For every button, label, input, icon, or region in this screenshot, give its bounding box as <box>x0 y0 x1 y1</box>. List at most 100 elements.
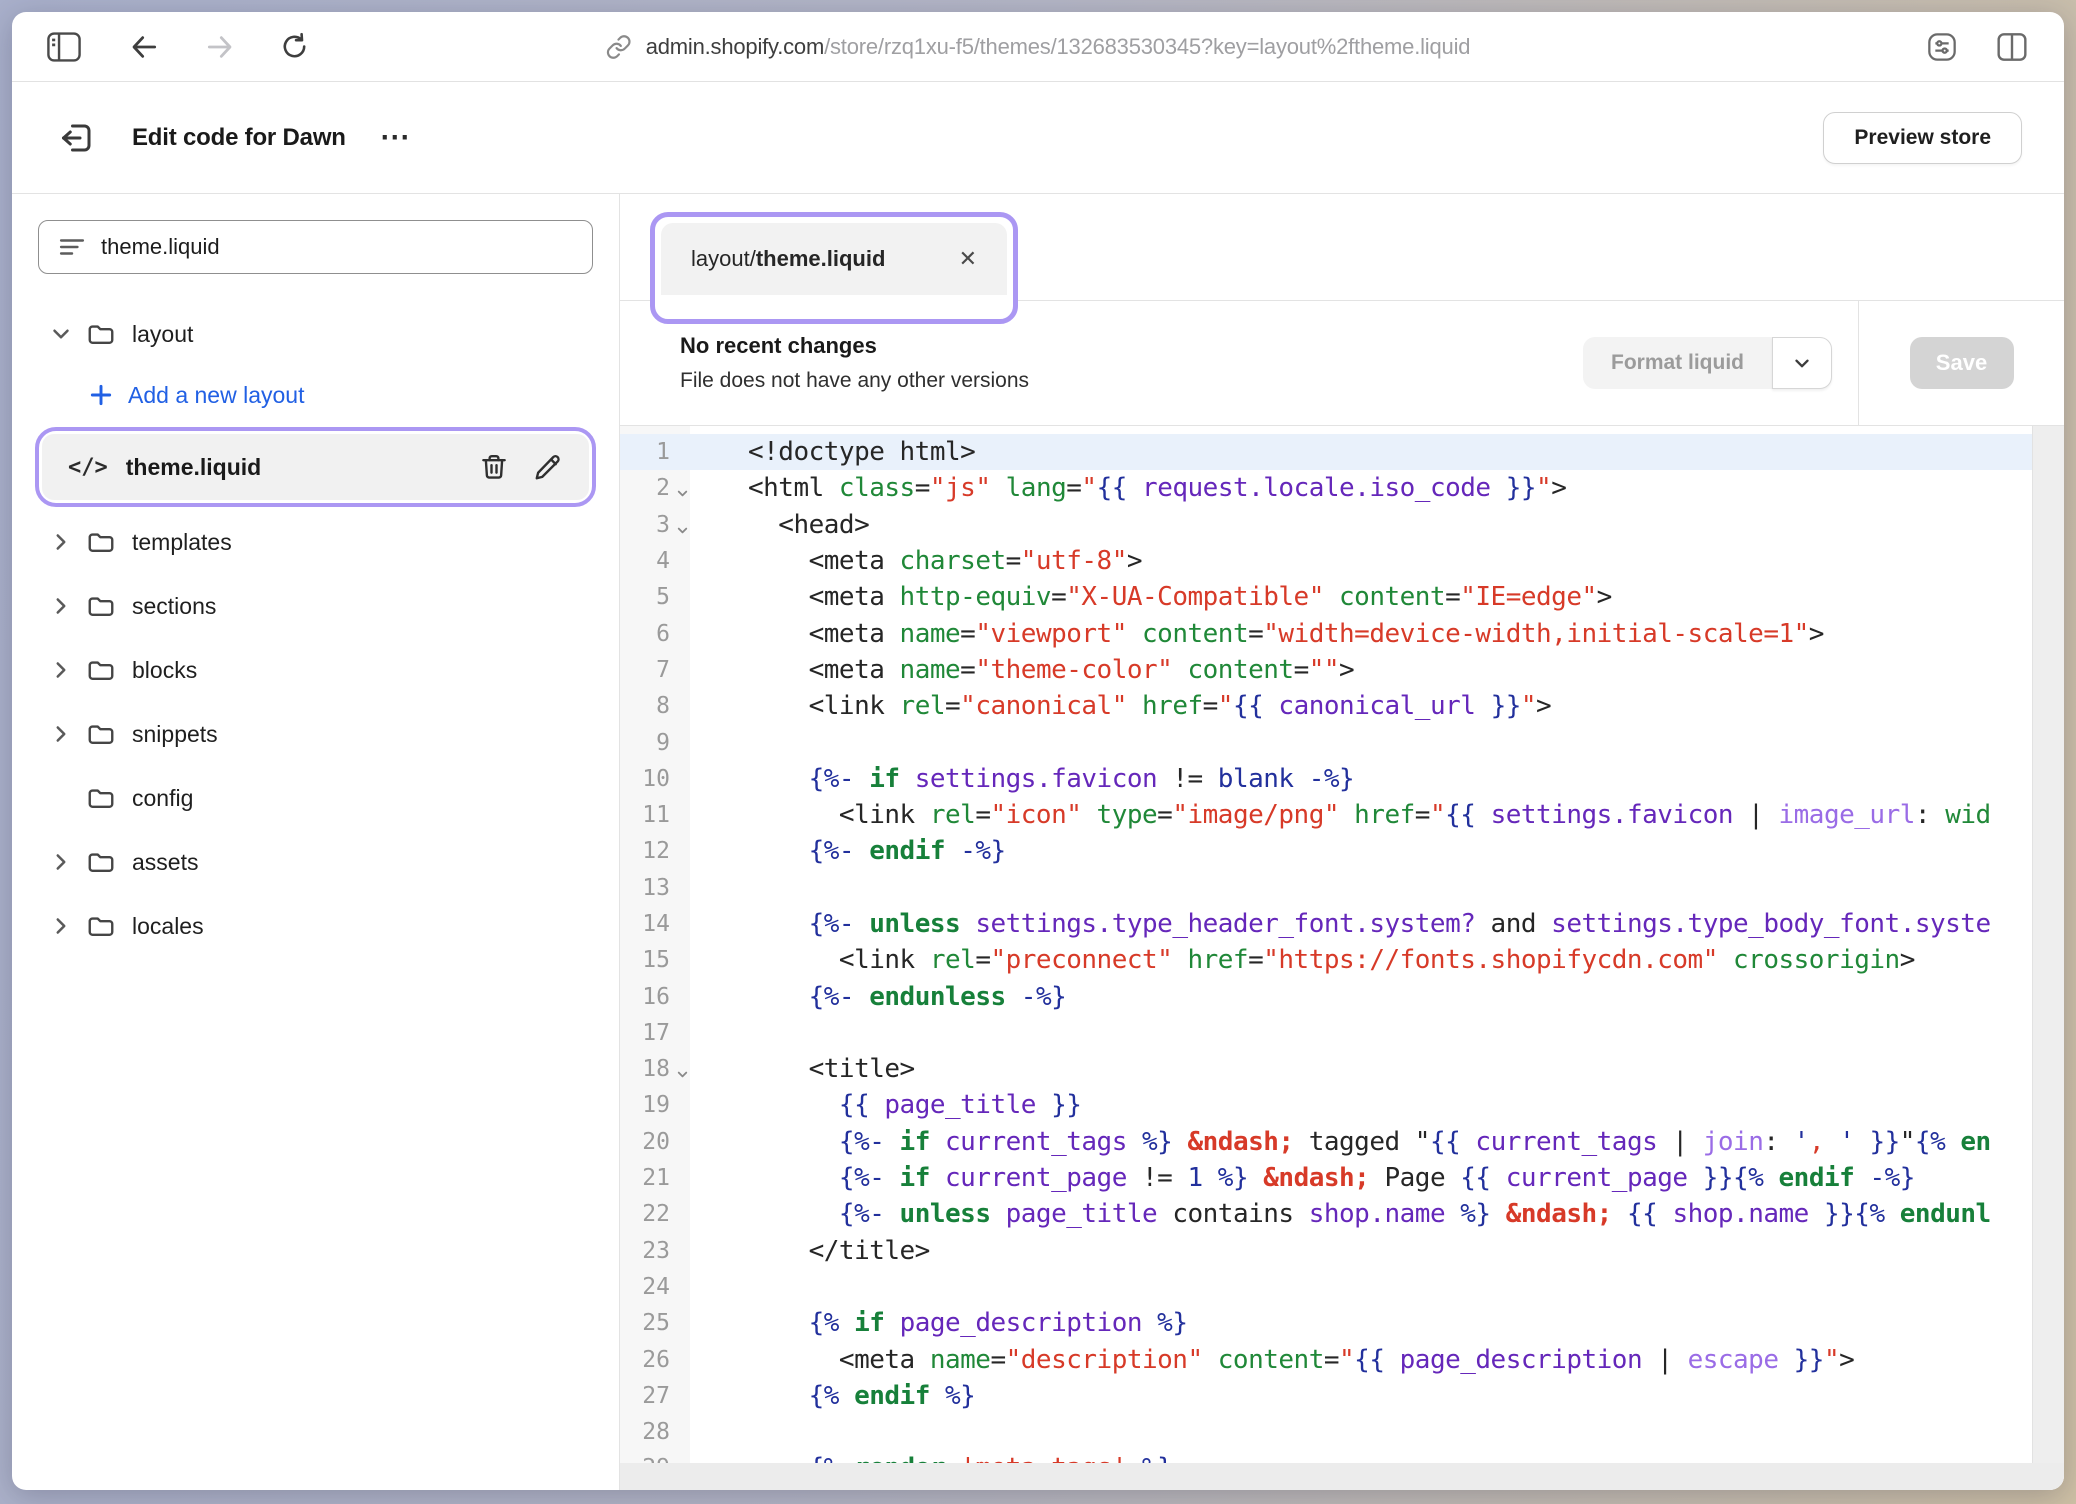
line-number: 17 <box>620 1020 690 1046</box>
code-line-29[interactable]: 29 {% render 'meta-tags' %} <box>620 1450 2064 1463</box>
exit-editor-icon[interactable] <box>54 115 100 161</box>
reload-icon[interactable] <box>272 25 316 69</box>
tab-layout-theme-liquid[interactable]: layout/theme.liquid ✕ <box>661 223 1007 295</box>
code-text: {% render 'meta-tags' %} <box>690 1453 1172 1463</box>
page-title: Edit code for Dawn <box>132 124 346 152</box>
code-line-6[interactable]: 6 <meta name="viewport" content="width=d… <box>620 615 2064 651</box>
code-line-19[interactable]: 19 {{ page_title }} <box>620 1087 2064 1123</box>
code-line-21[interactable]: 21 {%- if current_page != 1 %} &ndash; P… <box>620 1160 2064 1196</box>
code-line-13[interactable]: 13 <box>620 870 2064 906</box>
fold-chevron-icon[interactable] <box>675 523 690 538</box>
chevron-down-icon[interactable] <box>46 321 76 347</box>
code-text: {%- endif -%} <box>690 836 1006 866</box>
overflow-menu-icon[interactable]: ⋯ <box>380 128 412 148</box>
code-line-12[interactable]: 12 {%- endif -%} <box>620 833 2064 869</box>
sidebar-folder-assets[interactable]: assets <box>38 830 593 894</box>
fold-chevron-icon[interactable] <box>675 486 690 501</box>
code-file-icon: </> <box>68 455 108 480</box>
code-text: <meta name="description" content="{{ pag… <box>690 1345 1854 1375</box>
sidebar-folder-locales[interactable]: locales <box>38 894 593 958</box>
format-options-dropdown[interactable] <box>1772 337 1832 389</box>
line-number: 3 <box>620 512 690 538</box>
code-line-8[interactable]: 8 <link rel="canonical" href="{{ canonic… <box>620 688 2064 724</box>
preview-store-button[interactable]: Preview store <box>1823 112 2022 164</box>
line-number: 18 <box>620 1056 690 1082</box>
code-line-23[interactable]: 23 </title> <box>620 1233 2064 1269</box>
line-number: 5 <box>620 584 690 610</box>
code-line-7[interactable]: 7 <meta name="theme-color" content=""> <box>620 652 2064 688</box>
fold-chevron-icon[interactable] <box>675 1067 690 1082</box>
code-line-11[interactable]: 11 <link rel="icon" type="image/png" hre… <box>620 797 2064 833</box>
folder-label: sections <box>132 593 216 620</box>
code-line-22[interactable]: 22 {%- unless page_title contains shop.n… <box>620 1196 2064 1232</box>
app-header: Edit code for Dawn ⋯ Preview store <box>12 82 2064 194</box>
code-line-10[interactable]: 10 {%- if settings.favicon != blank -%} <box>620 761 2064 797</box>
sidebar-folder-blocks[interactable]: blocks <box>38 638 593 702</box>
code-line-2[interactable]: 2<html class="js" lang="{{ request.local… <box>620 470 2064 506</box>
save-button[interactable]: Save <box>1910 337 2014 389</box>
code-line-4[interactable]: 4 <meta charset="utf-8"> <box>620 543 2064 579</box>
code-line-25[interactable]: 25 {% if page_description %} <box>620 1305 2064 1341</box>
code-line-15[interactable]: 15 <link rel="preconnect" href="https://… <box>620 942 2064 978</box>
browser-settings-icon[interactable] <box>1920 25 1964 69</box>
code-text: {%- if current_tags %} &ndash; tagged "{… <box>690 1127 1991 1157</box>
chevron-right-icon[interactable] <box>46 593 76 619</box>
sidebar-folder-sections[interactable]: sections <box>38 574 593 638</box>
chevron-right-icon[interactable] <box>46 529 76 555</box>
format-liquid-split-button: Format liquid <box>1583 337 1832 389</box>
add-new-layout-button[interactable]: Add a new layout <box>38 366 593 424</box>
active-tab-highlight-ring: layout/theme.liquid ✕ <box>650 212 1018 324</box>
line-number: 10 <box>620 766 690 792</box>
split-view-icon[interactable] <box>1990 25 2034 69</box>
sidebar-folder-snippets[interactable]: snippets <box>38 702 593 766</box>
line-number: 16 <box>620 984 690 1010</box>
line-number: 13 <box>620 875 690 901</box>
folder-icon <box>86 719 116 749</box>
line-number: 28 <box>620 1419 690 1445</box>
line-number: 24 <box>620 1274 690 1300</box>
code-editor[interactable]: 1<!doctype html>2<html class="js" lang="… <box>620 426 2064 1463</box>
code-line-24[interactable]: 24 <box>620 1269 2064 1305</box>
code-line-27[interactable]: 27 {% endif %} <box>620 1378 2064 1414</box>
sidebar-folder-layout[interactable]: layout <box>38 302 593 366</box>
forward-icon[interactable] <box>198 25 242 69</box>
code-line-20[interactable]: 20 {%- if current_tags %} &ndash; tagged… <box>620 1124 2064 1160</box>
close-tab-icon[interactable]: ✕ <box>955 242 981 276</box>
sidebar-folder-config[interactable]: config <box>38 766 593 830</box>
chevron-right-icon[interactable] <box>46 721 76 747</box>
address-bar[interactable]: admin.shopify.com/store/rzq1xu-f5/themes… <box>606 12 1471 81</box>
code-line-5[interactable]: 5 <meta http-equiv="X-UA-Compatible" con… <box>620 579 2064 615</box>
code-line-26[interactable]: 26 <meta name="description" content="{{ … <box>620 1341 2064 1377</box>
format-liquid-button[interactable]: Format liquid <box>1583 337 1772 389</box>
file-search[interactable] <box>38 220 593 274</box>
code-line-3[interactable]: 3 <head> <box>620 507 2064 543</box>
folder-label: blocks <box>132 657 197 684</box>
line-number: 11 <box>620 802 690 828</box>
code-line-16[interactable]: 16 {%- endunless -%} <box>620 978 2064 1014</box>
code-text: {%- endunless -%} <box>690 982 1066 1012</box>
sidebar-toggle-icon[interactable] <box>42 25 86 69</box>
code-line-28[interactable]: 28 <box>620 1414 2064 1450</box>
link-icon <box>606 34 632 60</box>
code-line-9[interactable]: 9 <box>620 724 2064 760</box>
chevron-right-icon[interactable] <box>46 849 76 875</box>
code-line-14[interactable]: 14 {%- unless settings.type_header_font.… <box>620 906 2064 942</box>
editor-scrollbar[interactable] <box>2032 426 2064 1463</box>
folder-icon <box>86 319 116 349</box>
sidebar-file-theme-liquid[interactable]: </>theme.liquid <box>42 434 589 500</box>
sidebar-folder-templates[interactable]: templates <box>38 510 593 574</box>
chevron-right-icon[interactable] <box>46 657 76 683</box>
code-text: </title> <box>690 1236 930 1266</box>
code-line-1[interactable]: 1<!doctype html> <box>620 434 2064 470</box>
code-text: {{ page_title }} <box>690 1090 1081 1120</box>
line-number: 22 <box>620 1201 690 1227</box>
code-text: {% endif %} <box>690 1381 975 1411</box>
rename-file-icon[interactable] <box>533 452 563 482</box>
browser-window: admin.shopify.com/store/rzq1xu-f5/themes… <box>12 12 2064 1490</box>
back-icon[interactable] <box>122 25 166 69</box>
search-input[interactable] <box>101 234 572 260</box>
chevron-right-icon[interactable] <box>46 913 76 939</box>
delete-file-icon[interactable] <box>479 452 509 482</box>
code-line-18[interactable]: 18 <title> <box>620 1051 2064 1087</box>
code-line-17[interactable]: 17 <box>620 1015 2064 1051</box>
